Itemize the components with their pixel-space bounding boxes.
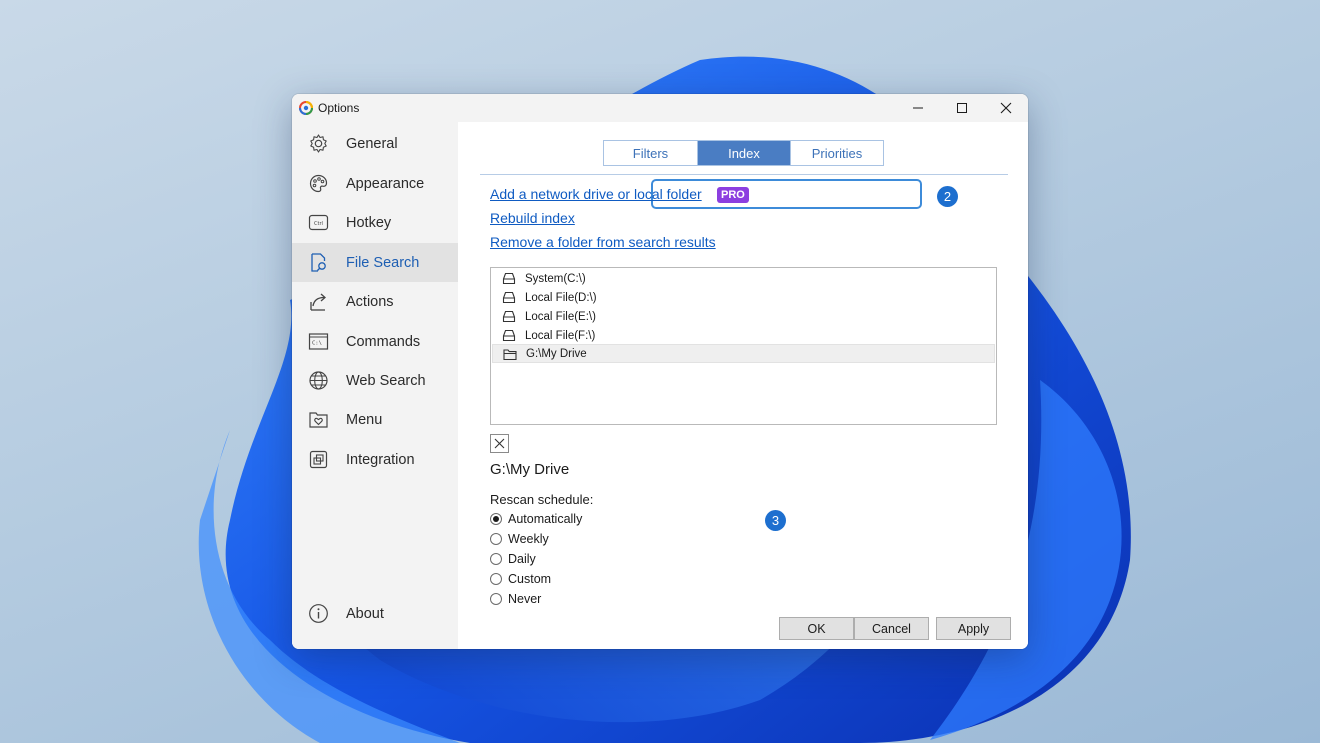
menu-folder-icon <box>309 412 328 428</box>
maximize-icon <box>957 103 967 113</box>
sidebar-item-about[interactable]: About <box>292 594 458 633</box>
drive-icon <box>502 329 516 342</box>
globe-icon <box>309 371 328 390</box>
list-item[interactable]: Local File(F:\) <box>492 326 995 345</box>
radio-label: Daily <box>508 552 536 566</box>
radio-label: Never <box>508 592 542 606</box>
sidebar-item-label: About <box>346 605 384 622</box>
palette-icon <box>309 174 328 193</box>
info-icon <box>309 604 328 623</box>
sidebar-item-label: Commands <box>346 333 421 350</box>
sidebar-item-actions[interactable]: Actions <box>292 282 458 321</box>
folder-label: G:\My Drive <box>526 347 587 360</box>
sidebar-item-web-search[interactable]: Web Search <box>292 361 458 400</box>
svg-text:Ctrl: Ctrl <box>314 221 323 227</box>
sidebar-item-label: Web Search <box>346 372 426 389</box>
close-button[interactable] <box>984 94 1028 122</box>
sidebar-item-integration[interactable]: Integration <box>292 440 458 479</box>
close-icon <box>1000 102 1012 114</box>
radio-label: Automatically <box>508 512 583 526</box>
title-bar: Options <box>292 94 1028 122</box>
minimize-button[interactable] <box>896 94 940 122</box>
folder-label: Local File(D:\) <box>525 291 597 304</box>
options-window: Options General Appearance Ctrl Hotkey F… <box>292 94 1028 649</box>
svg-text:C:\: C:\ <box>312 341 322 347</box>
app-logo-icon <box>299 101 313 115</box>
share-arrow-icon <box>310 293 326 311</box>
sidebar: General Appearance Ctrl Hotkey File Sear… <box>292 122 458 649</box>
drive-icon <box>502 272 516 285</box>
list-item-selected[interactable]: G:\My Drive <box>492 344 995 363</box>
keyboard-key-icon: Ctrl <box>308 214 329 231</box>
sidebar-item-label: File Search <box>346 254 420 271</box>
command-prompt-icon: C:\ <box>308 333 329 350</box>
maximize-button[interactable] <box>940 94 984 122</box>
radio-custom[interactable]: Custom <box>490 570 551 588</box>
sidebar-item-label: Appearance <box>346 175 425 192</box>
radio-button[interactable] <box>490 513 502 525</box>
radio-label: Custom <box>508 572 552 586</box>
sidebar-item-menu[interactable]: Menu <box>292 400 458 439</box>
drive-icon <box>502 310 516 323</box>
radio-button[interactable] <box>490 533 502 545</box>
radio-automatically[interactable]: Automatically <box>490 510 582 528</box>
radio-weekly[interactable]: Weekly <box>490 530 549 548</box>
radio-daily[interactable]: Daily <box>490 550 536 568</box>
radio-button[interactable] <box>490 573 502 585</box>
sidebar-item-file-search[interactable]: File Search <box>292 243 458 282</box>
folder-icon <box>503 349 517 361</box>
integration-icon <box>309 450 328 469</box>
close-icon <box>494 438 505 449</box>
tab-priorities[interactable]: Priorities <box>790 141 883 165</box>
tab-index[interactable]: Index <box>697 141 790 165</box>
sidebar-item-label: General <box>346 135 398 152</box>
radio-never[interactable]: Never <box>490 590 541 608</box>
sidebar-item-label: Integration <box>346 451 415 468</box>
list-item[interactable]: System(C:\) <box>492 269 995 288</box>
ok-button[interactable]: OK <box>779 617 854 640</box>
radio-button[interactable] <box>490 553 502 565</box>
folder-label: Local File(E:\) <box>525 310 596 323</box>
selected-folder-path: G:\My Drive <box>490 461 570 478</box>
file-search-icon <box>311 253 326 272</box>
sidebar-item-general[interactable]: General <box>292 124 458 163</box>
tab-divider <box>480 174 1008 175</box>
sidebar-item-appearance[interactable]: Appearance <box>292 164 458 203</box>
radio-label: Weekly <box>508 532 549 546</box>
indexed-folders-list[interactable]: System(C:\) Local File(D:\) Local File(E… <box>490 267 997 425</box>
step-marker: 3 <box>765 510 786 531</box>
tab-filters[interactable]: Filters <box>604 141 697 165</box>
rebuild-index-link[interactable]: Rebuild index <box>490 210 575 226</box>
radio-button[interactable] <box>490 593 502 605</box>
sidebar-item-hotkey[interactable]: Ctrl Hotkey <box>292 203 458 242</box>
drive-icon <box>502 291 516 304</box>
remove-folder-button[interactable] <box>490 434 509 453</box>
folder-label: Local File(F:\) <box>525 329 596 342</box>
sidebar-item-label: Menu <box>346 411 383 428</box>
list-item[interactable]: Local File(E:\) <box>492 307 995 326</box>
remove-folder-link[interactable]: Remove a folder from search results <box>490 234 716 250</box>
apply-button[interactable]: Apply <box>936 617 1011 640</box>
cancel-button[interactable]: Cancel <box>854 617 929 640</box>
sidebar-item-commands[interactable]: C:\ Commands <box>292 322 458 361</box>
tab-bar: Filters Index Priorities <box>603 140 884 166</box>
sidebar-item-label: Hotkey <box>346 214 392 231</box>
add-folder-link[interactable]: Add a network drive or local folder <box>490 186 702 202</box>
step-marker: 2 <box>937 186 958 207</box>
rescan-schedule-label: Rescan schedule: <box>490 492 594 507</box>
list-item[interactable]: Local File(D:\) <box>492 288 995 307</box>
minimize-icon <box>913 107 923 109</box>
gear-icon <box>310 134 327 153</box>
window-title: Options <box>318 101 360 115</box>
index-panel: Filters Index Priorities Add a network d… <box>458 122 1028 649</box>
pro-badge: PRO <box>717 187 749 203</box>
folder-label: System(C:\) <box>525 272 586 285</box>
sidebar-item-label: Actions <box>346 293 394 310</box>
